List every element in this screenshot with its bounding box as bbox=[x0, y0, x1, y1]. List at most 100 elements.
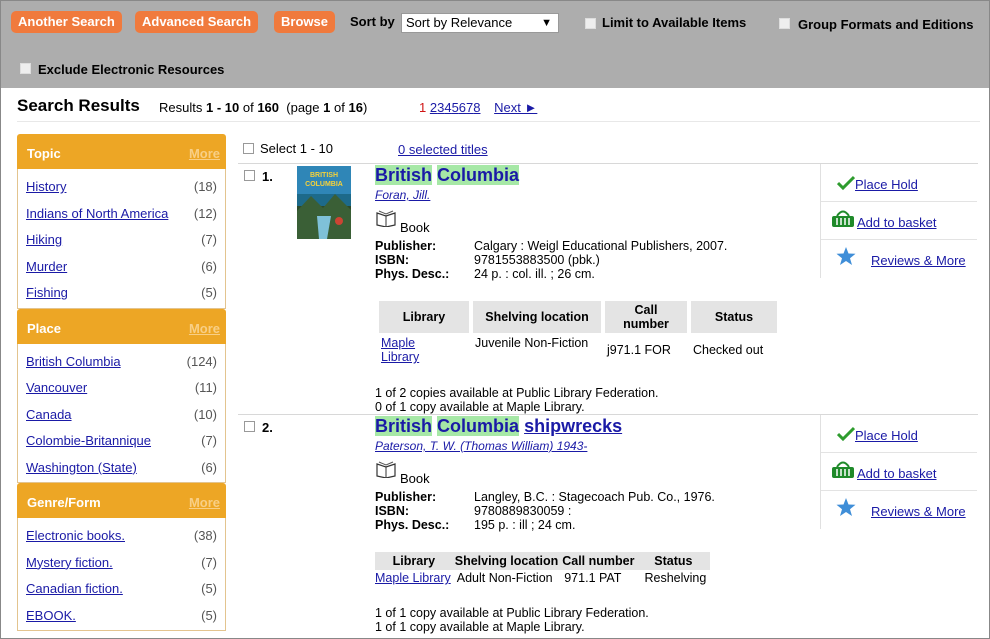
facet-count: (12) bbox=[193, 205, 217, 221]
facet-more-link[interactable]: More bbox=[189, 495, 220, 510]
exclude-electronic-checkbox[interactable] bbox=[20, 63, 31, 74]
result-format: Book bbox=[375, 460, 430, 486]
group-formats-label: Group Formats and Editions bbox=[798, 17, 974, 32]
title-highlight: Columbia bbox=[437, 165, 520, 185]
facet-count: (5) bbox=[201, 581, 217, 596]
reviews-more-action[interactable]: Reviews & More bbox=[821, 491, 977, 529]
facet-count: (7) bbox=[201, 433, 217, 448]
result-actions: Place Hold Add to basket Reviews & More bbox=[820, 164, 977, 278]
facet-link[interactable]: Colombie-Britannique bbox=[26, 433, 151, 448]
table-row: Maple Library Juvenile Non-Fiction j971.… bbox=[379, 333, 777, 364]
reviews-more-link[interactable]: Reviews & More bbox=[871, 253, 966, 268]
place-hold-link[interactable]: Place Hold bbox=[855, 177, 918, 192]
result-number: 2. bbox=[262, 420, 273, 435]
result-title-link[interactable]: British Columbia bbox=[375, 165, 520, 186]
facet-more-link[interactable]: More bbox=[189, 321, 220, 336]
facet-link[interactable]: Indians of North America bbox=[26, 206, 168, 221]
book-icon bbox=[376, 210, 396, 228]
status: Reshelving bbox=[644, 571, 707, 585]
facet-link[interactable]: Electronic books. bbox=[26, 528, 125, 543]
selected-titles-link[interactable]: 0 selected titles bbox=[398, 142, 488, 157]
add-to-basket-link[interactable]: Add to basket bbox=[857, 215, 937, 230]
cover-title-text: COLUMBIA bbox=[305, 181, 343, 188]
library-link[interactable]: Maple Library bbox=[375, 571, 451, 585]
select-all-row: Select 1 - 10 bbox=[243, 140, 333, 156]
facet-list-genre: Electronic books. (38) Mystery fiction. (7… bbox=[17, 518, 226, 631]
limit-available-checkbox[interactable] bbox=[585, 18, 596, 29]
facet-link[interactable]: Canadian fiction. bbox=[26, 581, 123, 596]
facet-header-genre: Genre/Form More bbox=[17, 483, 226, 518]
browse-button[interactable]: Browse bbox=[274, 11, 335, 33]
facet-item: British Columbia (124) bbox=[18, 348, 225, 375]
pagination-page-link[interactable]: 5 bbox=[452, 100, 459, 115]
facet-link[interactable]: Vancouver bbox=[26, 380, 87, 395]
reviews-more-action[interactable]: Reviews & More bbox=[821, 240, 977, 278]
library-link[interactable]: Maple Library bbox=[381, 336, 419, 364]
advanced-search-button[interactable]: Advanced Search bbox=[135, 11, 259, 33]
star-icon bbox=[836, 247, 856, 265]
exclude-electronic-label: Exclude Electronic Resources bbox=[38, 62, 225, 77]
pagination-page-link[interactable]: 6 bbox=[459, 100, 466, 115]
facet-item: Canada (10) bbox=[18, 401, 225, 428]
pagination-page-link[interactable]: 4 bbox=[444, 100, 451, 115]
format-label: Book bbox=[400, 471, 430, 486]
add-to-basket-action[interactable]: Add to basket bbox=[821, 202, 977, 240]
place-hold-link[interactable]: Place Hold bbox=[855, 428, 918, 443]
select-all-checkbox[interactable] bbox=[243, 143, 254, 155]
reviews-more-link[interactable]: Reviews & More bbox=[871, 504, 966, 519]
result-author-link[interactable]: Paterson, T. W. (Thomas William) 1943- bbox=[375, 439, 587, 453]
table-header: Call number bbox=[560, 552, 637, 570]
results-summary: Results 1 - 10 of 160 (page 1 of 16) bbox=[159, 100, 368, 115]
facet-link[interactable]: Washington (State) bbox=[26, 460, 137, 475]
facet-link[interactable]: Mystery fiction. bbox=[26, 555, 113, 570]
facet-count: (6) bbox=[201, 258, 217, 274]
facet-link[interactable]: EBOOK. bbox=[26, 608, 76, 623]
holdings-table: Library Shelving location Call number St… bbox=[375, 301, 781, 364]
result-checkbox[interactable] bbox=[244, 421, 255, 432]
facet-sidebar: Topic More History (18) Indians of North … bbox=[17, 134, 226, 631]
isbn-row: ISBN: 9780889830059 : bbox=[375, 504, 572, 518]
pagination-page-link[interactable]: 2 bbox=[430, 100, 437, 115]
facet-title: Place bbox=[27, 320, 61, 336]
checkmark-icon bbox=[837, 426, 855, 442]
book-cover-image[interactable]: BRITISH COLUMBIA bbox=[297, 166, 351, 239]
facet-count: (6) bbox=[201, 459, 217, 475]
place-hold-action[interactable]: Place Hold bbox=[821, 415, 977, 453]
another-search-button[interactable]: Another Search bbox=[11, 11, 122, 33]
facet-link[interactable]: Murder bbox=[26, 259, 67, 274]
star-icon bbox=[836, 498, 856, 516]
result-title-link[interactable]: British Columbia shipwrecks bbox=[375, 416, 622, 437]
table-header: Shelving location bbox=[452, 552, 561, 570]
phys-desc-row: Phys. Desc.: 195 p. : ill ; 24 cm. bbox=[375, 518, 576, 532]
facet-link[interactable]: Canada bbox=[26, 407, 72, 422]
dropdown-arrow-icon: ▼ bbox=[541, 17, 552, 29]
pagination-page-link[interactable]: 8 bbox=[473, 100, 480, 115]
facet-link[interactable]: History bbox=[26, 179, 66, 194]
facet-link[interactable]: Fishing bbox=[26, 285, 68, 300]
sort-select[interactable]: Sort by Relevance ▼ bbox=[401, 13, 559, 33]
facet-link[interactable]: British Columbia bbox=[26, 354, 121, 369]
add-to-basket-action[interactable]: Add to basket bbox=[821, 453, 977, 491]
basket-icon bbox=[832, 210, 854, 227]
table-header: Library bbox=[379, 301, 469, 333]
facet-link[interactable]: Hiking bbox=[26, 232, 62, 247]
publisher-row: Publisher: Langley, B.C. : Stagecoach Pub… bbox=[375, 490, 715, 504]
facet-item: History (18) bbox=[18, 173, 225, 200]
facet-title: Topic bbox=[27, 146, 61, 161]
result-author-link[interactable]: Foran, Jill. bbox=[375, 188, 430, 202]
table-header: Status bbox=[691, 301, 777, 333]
next-page-link[interactable]: Next ► bbox=[494, 100, 537, 115]
result-checkbox[interactable] bbox=[244, 170, 255, 181]
table-header: Library bbox=[375, 552, 453, 570]
facet-more-link[interactable]: More bbox=[189, 146, 220, 161]
group-formats-checkbox[interactable] bbox=[779, 18, 790, 29]
holdings-table: Library Shelving location Call number St… bbox=[375, 552, 711, 585]
add-to-basket-link[interactable]: Add to basket bbox=[857, 466, 937, 481]
pagination: 1 2345678 Next ► bbox=[419, 100, 537, 115]
facet-item: Electronic books. (38) bbox=[18, 522, 225, 549]
shelving-location: Juvenile Non-Fiction bbox=[475, 336, 589, 350]
place-hold-action[interactable]: Place Hold bbox=[821, 164, 977, 202]
facet-count: (5) bbox=[201, 285, 217, 300]
availability-line: 0 of 1 copy available at Maple Library. bbox=[375, 400, 585, 414]
table-header: Status bbox=[636, 552, 711, 570]
